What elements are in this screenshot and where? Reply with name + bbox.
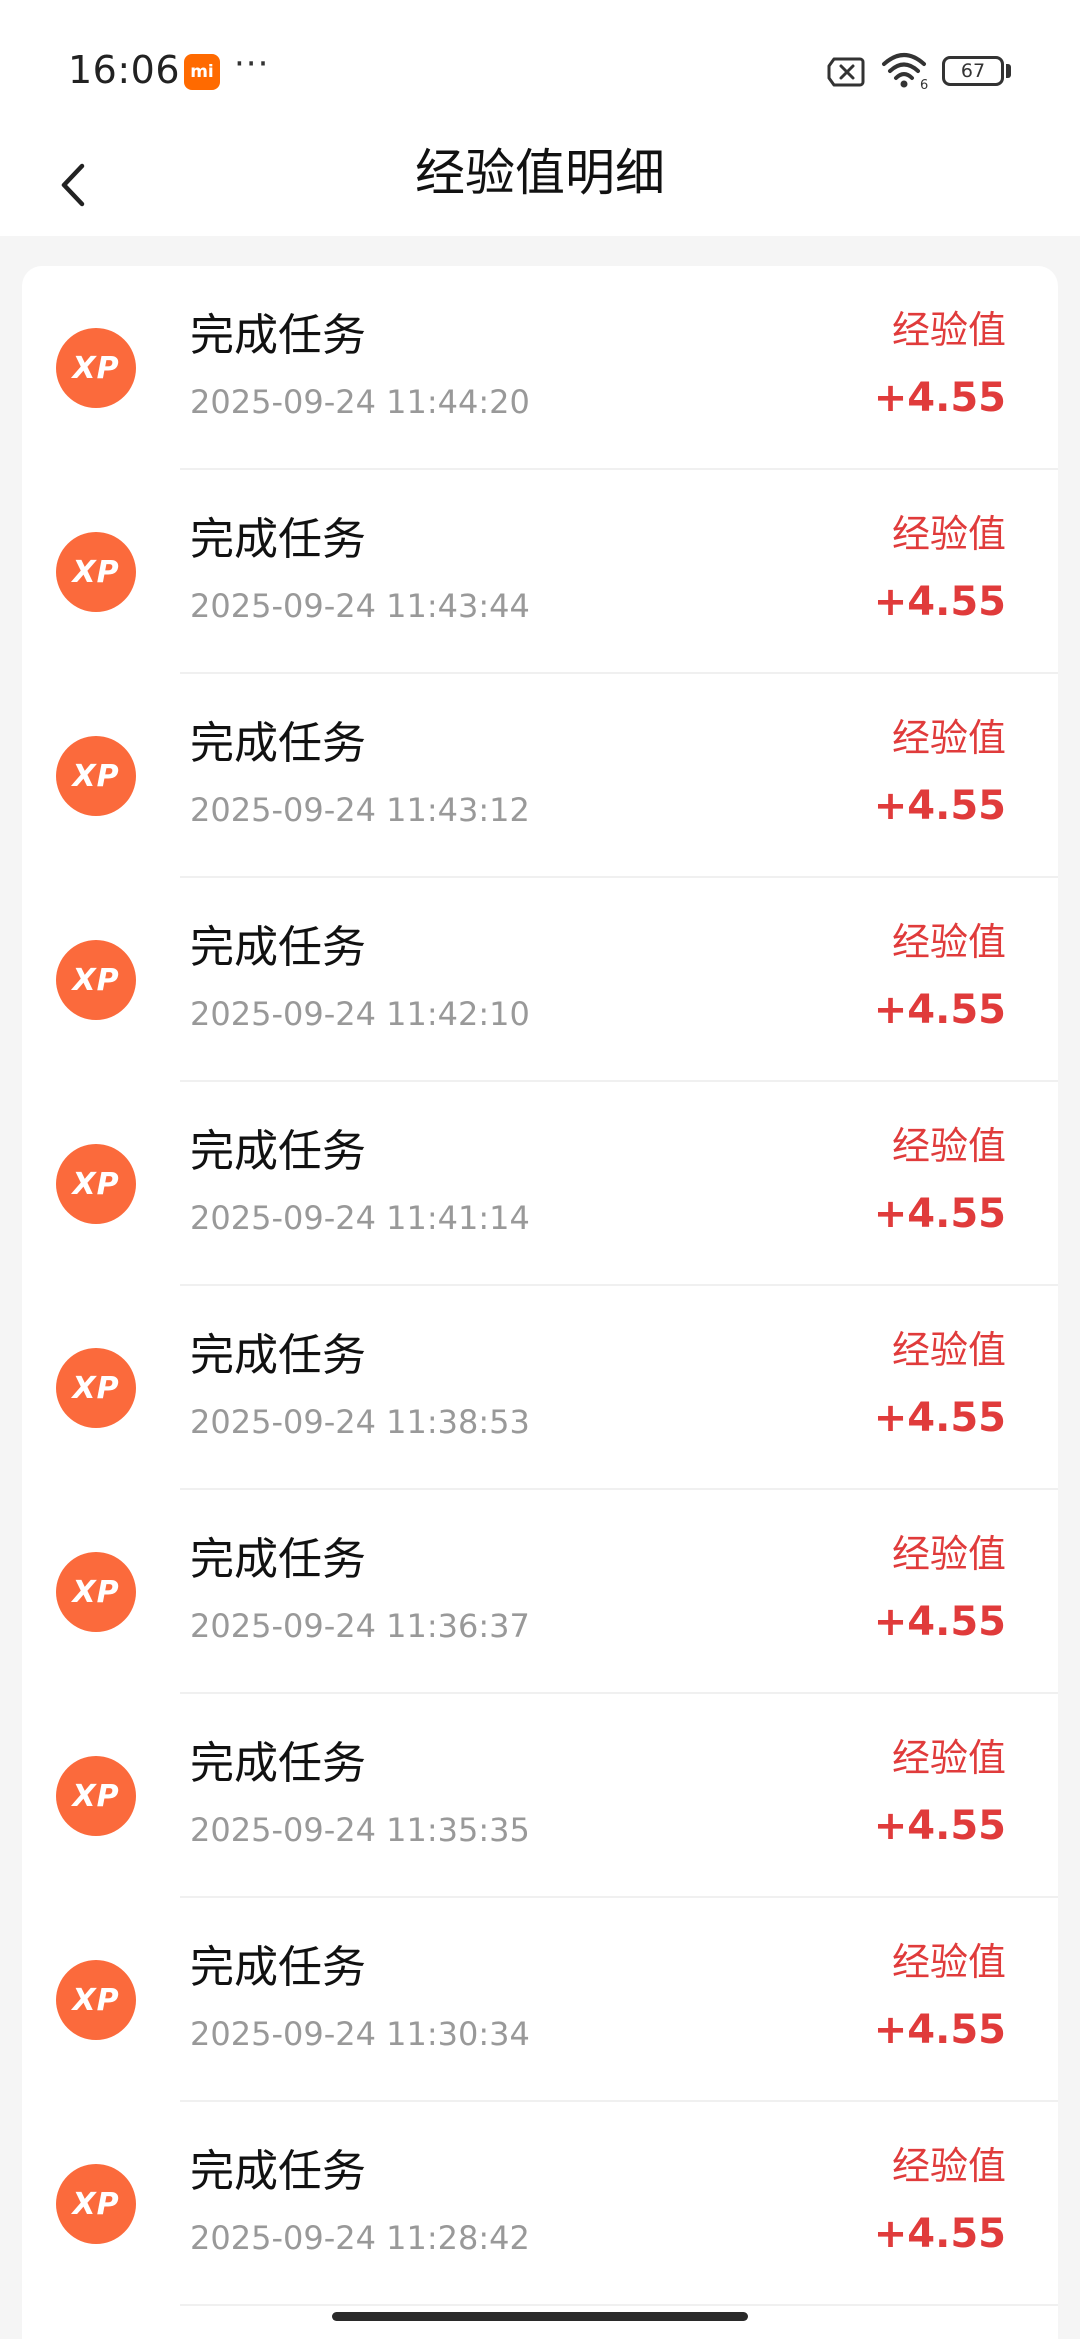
record-amount: +4.55 <box>873 1191 1006 1237</box>
list-item[interactable]: XP 完成任务 2025-09-24 11:42:10 经验值 +4.55 <box>22 878 1058 1082</box>
record-timestamp: 2025-09-24 11:41:14 <box>190 1199 530 1237</box>
status-time: 16:06 <box>68 48 181 92</box>
xp-icon-label: XP <box>72 2186 120 2222</box>
list-item[interactable]: XP 完成任务 2025-09-24 11:28:42 经验值 +4.55 <box>22 2102 1058 2306</box>
record-timestamp: 2025-09-24 11:42:10 <box>190 995 530 1033</box>
record-title: 完成任务 <box>190 1942 366 1993</box>
record-title: 完成任务 <box>190 514 366 565</box>
list-item[interactable]: XP 完成任务 2025-09-24 11:44:20 经验值 +4.55 <box>22 266 1058 470</box>
record-amount: +4.55 <box>873 783 1006 829</box>
xp-icon-label: XP <box>72 962 120 998</box>
record-type-label: 经验值 <box>891 920 1006 964</box>
divider <box>180 2304 1058 2306</box>
svg-text:6: 6 <box>920 78 928 90</box>
record-title: 完成任务 <box>190 1330 366 1381</box>
list-item[interactable]: XP 完成任务 2025-09-24 11:41:14 经验值 +4.55 <box>22 1082 1058 1286</box>
record-timestamp: 2025-09-24 11:38:53 <box>190 1403 530 1441</box>
record-amount: +4.55 <box>873 1803 1006 1849</box>
mi-app-icon: mi <box>184 54 220 90</box>
record-timestamp: 2025-09-24 11:35:35 <box>190 1811 530 1849</box>
record-title: 完成任务 <box>190 1126 366 1177</box>
xp-icon: XP <box>56 1756 136 1836</box>
status-bar: 16:06 mi ··· 6 67 <box>0 0 1080 140</box>
xp-icon: XP <box>56 1144 136 1224</box>
list-item[interactable]: XP 完成任务 2025-09-24 11:36:37 经验值 +4.55 <box>22 1490 1058 1694</box>
record-type-label: 经验值 <box>891 1736 1006 1780</box>
xp-icon-label: XP <box>72 1982 120 2018</box>
xp-icon: XP <box>56 1960 136 2040</box>
list-item[interactable]: XP 完成任务 2025-09-24 11:35:35 经验值 +4.55 <box>22 1694 1058 1898</box>
record-timestamp: 2025-09-24 11:30:34 <box>190 2015 530 2053</box>
record-amount: +4.55 <box>873 987 1006 1033</box>
record-amount: +4.55 <box>873 2211 1006 2257</box>
battery-icon: 67 <box>942 56 1004 86</box>
record-title: 完成任务 <box>190 1534 366 1585</box>
no-sim-icon <box>826 56 866 92</box>
battery-level: 67 <box>960 60 986 82</box>
xp-icon-label: XP <box>72 1166 120 1202</box>
record-type-label: 经验值 <box>891 308 1006 352</box>
record-timestamp: 2025-09-24 11:36:37 <box>190 1607 530 1645</box>
more-notifications-icon: ··· <box>234 44 270 84</box>
record-title: 完成任务 <box>190 718 366 769</box>
header-bar: 经验值明细 <box>0 140 1080 236</box>
xp-icon: XP <box>56 328 136 408</box>
record-amount: +4.55 <box>873 579 1006 625</box>
record-type-label: 经验值 <box>891 716 1006 760</box>
record-amount: +4.55 <box>873 1599 1006 1645</box>
record-type-label: 经验值 <box>891 1328 1006 1372</box>
xp-icon: XP <box>56 736 136 816</box>
record-type-label: 经验值 <box>891 1124 1006 1168</box>
battery-tip <box>1006 64 1011 78</box>
list-item[interactable]: XP 完成任务 2025-09-24 11:43:44 经验值 +4.55 <box>22 470 1058 674</box>
xp-icon: XP <box>56 2164 136 2244</box>
xp-icon-label: XP <box>72 554 120 590</box>
page-title: 经验值明细 <box>415 144 665 202</box>
xp-icon-label: XP <box>72 1778 120 1814</box>
xp-icon: XP <box>56 1552 136 1632</box>
xp-icon-label: XP <box>72 350 120 386</box>
wifi-icon: 6 <box>880 50 932 94</box>
record-title: 完成任务 <box>190 922 366 973</box>
experience-record-list: XP 完成任务 2025-09-24 11:44:20 经验值 +4.55 XP 完成任务 2… <box>22 266 1058 2339</box>
home-indicator[interactable] <box>332 2312 748 2321</box>
record-type-label: 经验值 <box>891 512 1006 556</box>
record-amount: +4.55 <box>873 2007 1006 2053</box>
xp-icon-label: XP <box>72 758 120 794</box>
record-timestamp: 2025-09-24 11:43:44 <box>190 587 530 625</box>
record-amount: +4.55 <box>873 1395 1006 1441</box>
list-item[interactable]: XP 完成任务 2025-09-24 11:43:12 经验值 +4.55 <box>22 674 1058 878</box>
xp-icon: XP <box>56 940 136 1020</box>
record-title: 完成任务 <box>190 310 366 361</box>
record-amount: +4.55 <box>873 375 1006 421</box>
record-timestamp: 2025-09-24 11:28:42 <box>190 2219 530 2257</box>
record-timestamp: 2025-09-24 11:44:20 <box>190 383 530 421</box>
record-type-label: 经验值 <box>891 2144 1006 2188</box>
record-type-label: 经验值 <box>891 1532 1006 1576</box>
record-type-label: 经验值 <box>891 1940 1006 1984</box>
record-timestamp: 2025-09-24 11:43:12 <box>190 791 530 829</box>
xp-icon-label: XP <box>72 1574 120 1610</box>
xp-icon: XP <box>56 532 136 612</box>
list-item[interactable]: XP 完成任务 2025-09-24 11:30:34 经验值 +4.55 <box>22 1898 1058 2102</box>
list-item[interactable]: XP 完成任务 2025-09-24 11:38:53 经验值 +4.55 <box>22 1286 1058 1490</box>
record-title: 完成任务 <box>190 1738 366 1789</box>
xp-icon-label: XP <box>72 1370 120 1406</box>
record-title: 完成任务 <box>190 2146 366 2197</box>
xp-icon: XP <box>56 1348 136 1428</box>
